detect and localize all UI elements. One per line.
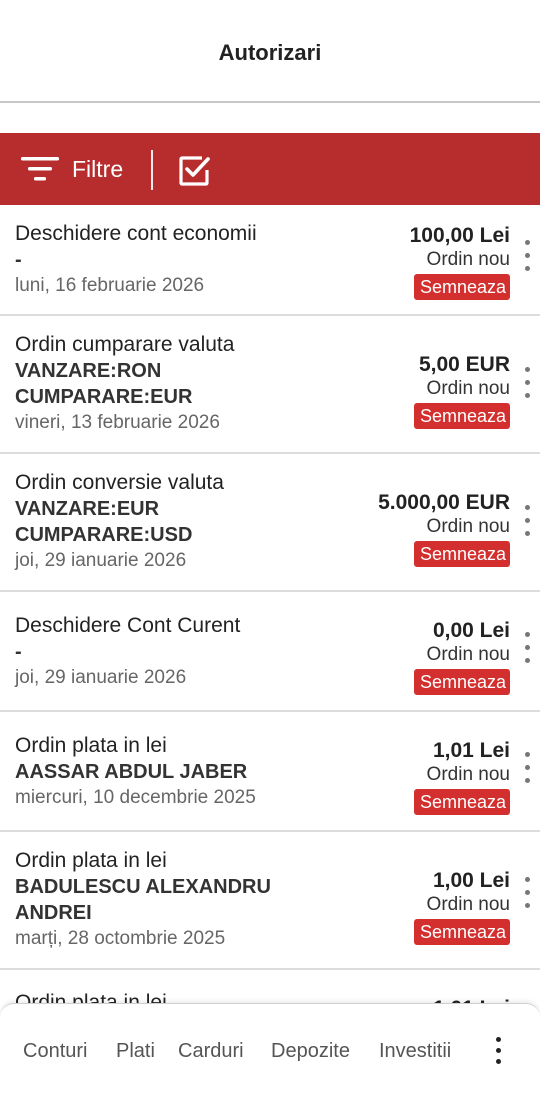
nav-item-investitii[interactable]: Investitii [379, 1040, 451, 1063]
app-header: Autorizari [0, 0, 540, 103]
item-detail: CUMPARARE:USD [15, 524, 193, 546]
nav-item-carduri[interactable]: Carduri [178, 1040, 244, 1063]
item-detail: - [15, 249, 22, 271]
nav-item-conturi[interactable]: Conturi [23, 1040, 87, 1063]
item-date: joi, 29 ianuarie 2026 [15, 667, 187, 688]
item-detail: CUMPARARE:EUR [15, 386, 193, 408]
item-status: Ordin nou [426, 644, 510, 665]
filters-label: Filtre [72, 155, 124, 182]
more-vertical-icon[interactable] [520, 240, 534, 290]
sign-button[interactable]: Semneaza [413, 669, 510, 695]
item-detail: VANZARE:EUR [15, 498, 160, 520]
item-amount: 5.000,00 EUR [378, 491, 510, 514]
sign-button[interactable]: Semneaza [413, 541, 510, 567]
list-item[interactable]: Deschidere Cont Curent - joi, 29 ianuari… [0, 592, 540, 712]
item-status: Ordin nou [426, 378, 510, 399]
list-item[interactable]: Ordin cumparare valuta VANZARE:RON CUMPA… [0, 316, 540, 454]
sign-button[interactable]: Semneaza [413, 403, 510, 429]
filters-button[interactable]: Filtre [20, 133, 140, 205]
list-item[interactable]: Ordin conversie valuta VANZARE:EUR CUMPA… [0, 454, 540, 592]
nav-more-icon[interactable] [490, 1037, 506, 1067]
page-title: Autorizari [218, 40, 322, 65]
item-detail: ANDREI [15, 902, 92, 924]
more-vertical-icon[interactable] [520, 632, 534, 682]
item-title: Ordin plata in lei [15, 734, 167, 757]
nav-item-plati[interactable]: Plati [116, 1040, 155, 1063]
item-date: miercuri, 10 decembrie 2025 [15, 787, 256, 808]
item-title: Deschidere cont economii [15, 222, 257, 245]
item-amount: 100,00 Lei [409, 224, 510, 247]
sign-button[interactable]: Semneaza [413, 789, 510, 815]
item-amount: 1,00 Lei [432, 869, 510, 892]
item-date: joi, 29 ianuarie 2026 [15, 550, 187, 571]
sign-button[interactable]: Semneaza [413, 919, 510, 945]
list-item[interactable]: Deschidere cont economii - luni, 16 febr… [0, 205, 540, 316]
item-amount: 5,00 EUR [418, 353, 510, 376]
item-amount: 1,01 Lei [432, 739, 510, 762]
item-title: Ordin plata in lei [15, 849, 167, 872]
item-date: luni, 16 februarie 2026 [15, 275, 205, 296]
bottom-navigation: Conturi Plati Carduri Depozite Investiti… [0, 1003, 540, 1093]
nav-item-depozite[interactable]: Depozite [271, 1040, 350, 1063]
item-detail: BADULESCU ALEXANDRU [15, 876, 271, 898]
item-title: Ordin conversie valuta [15, 471, 224, 494]
item-date: vineri, 13 februarie 2026 [15, 412, 220, 433]
more-vertical-icon[interactable] [520, 505, 534, 555]
more-vertical-icon[interactable] [520, 367, 534, 417]
item-status: Ordin nou [426, 516, 510, 537]
item-detail: VANZARE:RON [15, 360, 162, 382]
list-item[interactable]: Ordin plata in lei AASSAR ABDUL JABER mi… [0, 712, 540, 832]
item-detail: AASSAR ABDUL JABER [15, 761, 248, 783]
more-vertical-icon[interactable] [520, 752, 534, 802]
item-title: Ordin cumparare valuta [15, 333, 235, 356]
select-all-check-icon[interactable] [178, 155, 210, 187]
item-status: Ordin nou [426, 249, 510, 270]
list-item[interactable]: Ordin plata in lei BADULESCU ALEXANDRU A… [0, 832, 540, 970]
item-date: marți, 28 octombrie 2025 [15, 928, 226, 949]
item-detail: - [15, 641, 22, 663]
sign-button[interactable]: Semneaza [413, 274, 510, 300]
item-amount: 0,00 Lei [432, 619, 510, 642]
item-title: Deschidere Cont Curent [15, 614, 241, 637]
more-vertical-icon[interactable] [520, 877, 534, 927]
filter-bar: Filtre [0, 133, 540, 205]
item-status: Ordin nou [426, 764, 510, 785]
filter-divider [151, 150, 153, 190]
authorizations-list: Deschidere cont economii - luni, 16 febr… [0, 205, 540, 1070]
item-status: Ordin nou [426, 894, 510, 915]
filter-icon [21, 157, 59, 181]
